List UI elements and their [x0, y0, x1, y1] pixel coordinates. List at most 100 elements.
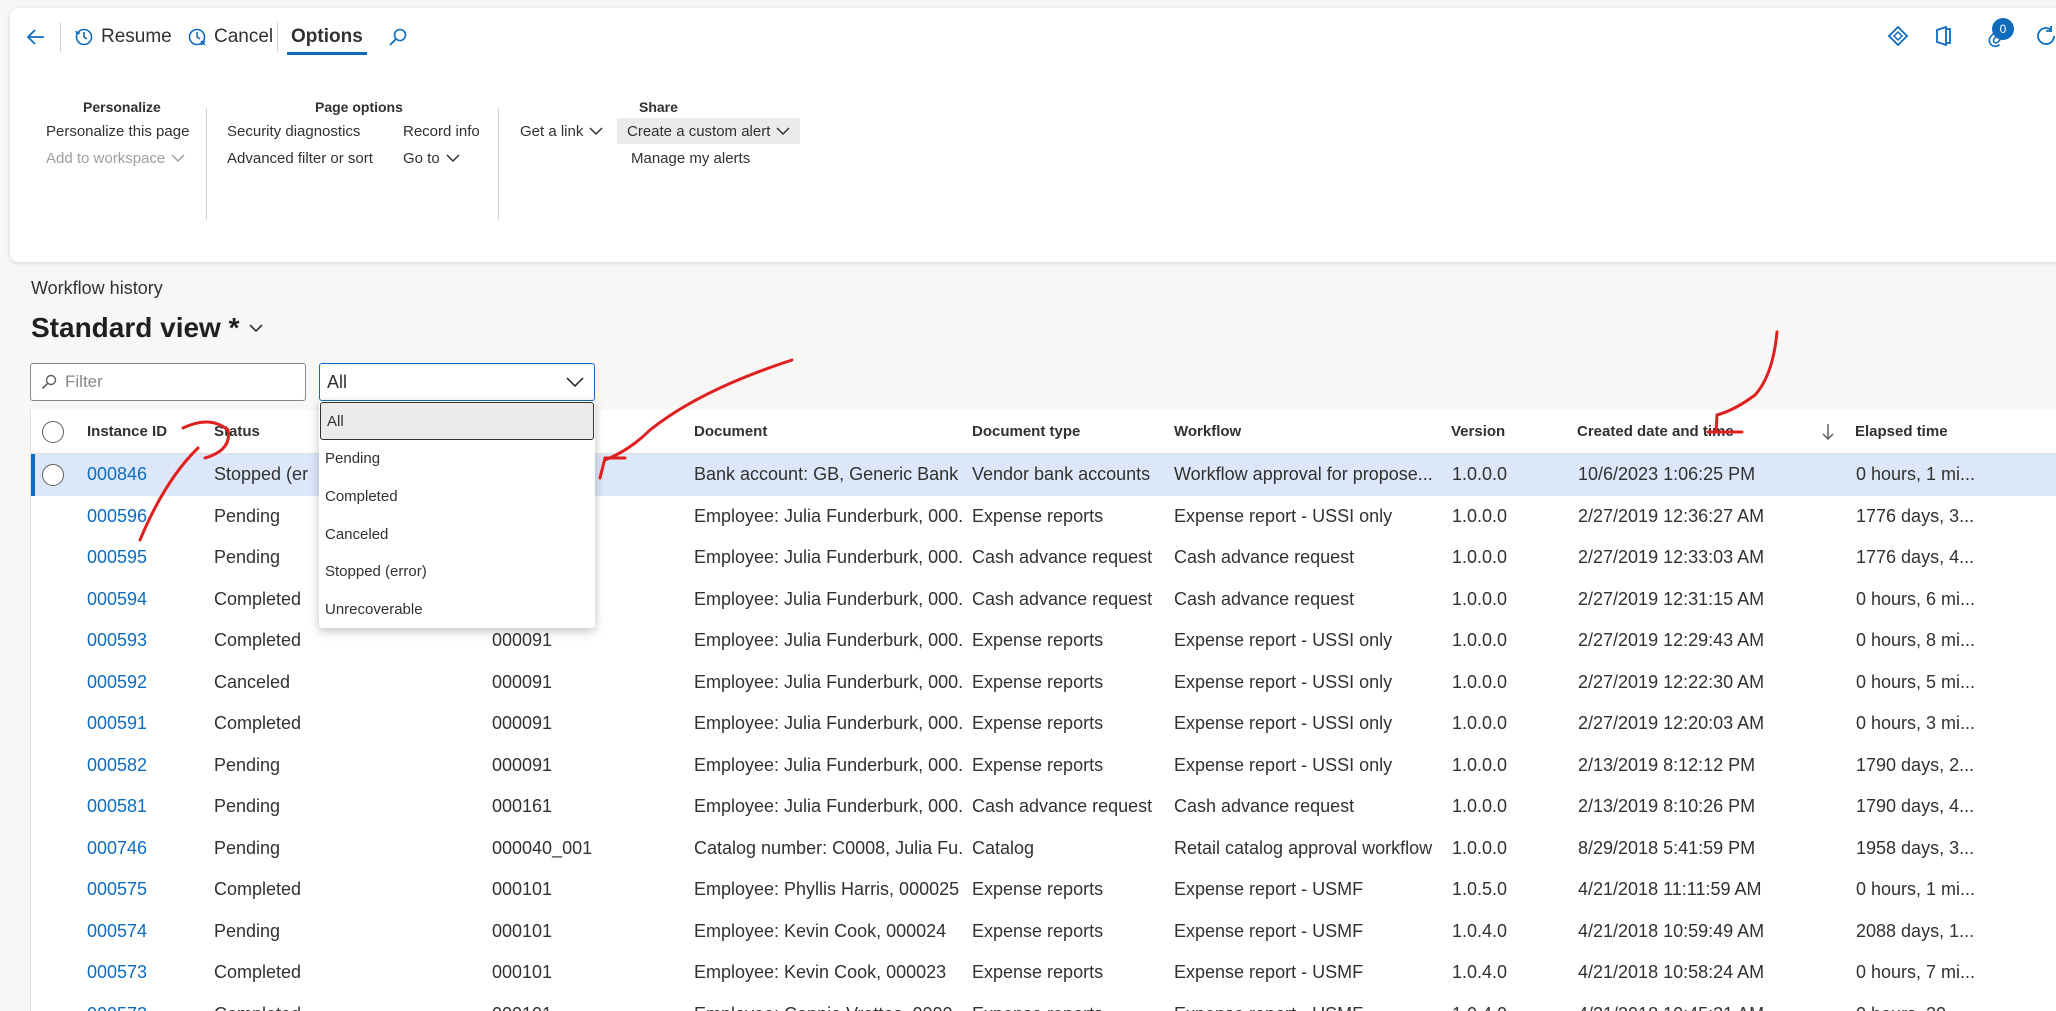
cell-instance-id[interactable]: 000593 — [87, 620, 147, 662]
cell-instance-id[interactable]: 000594 — [87, 579, 147, 621]
column-header-elapsed[interactable]: Elapsed time — [1855, 410, 1948, 454]
options-label: Options — [291, 26, 363, 47]
column-header-version[interactable]: Version — [1451, 410, 1505, 454]
cell-reference: 000040_001 — [492, 837, 593, 858]
table-row[interactable]: 000573 Completed 000101 Employee: Kevin Coo… — [31, 952, 2056, 994]
column-header-document-type[interactable]: Document type — [972, 410, 1080, 454]
resume-button[interactable]: Resume — [74, 22, 172, 52]
cell-elapsed: 1790 days, 4... — [1856, 796, 1975, 816]
status-option-all[interactable]: All — [320, 402, 594, 440]
select-all-checkbox[interactable] — [42, 421, 64, 443]
cell-instance-id[interactable]: 000596 — [87, 496, 147, 538]
table-row[interactable]: 000574 Pending 000101 Employee: Kevin Cook,… — [31, 911, 2056, 953]
cell-workflow: Expense report - USSI only — [1174, 630, 1393, 650]
cell-instance-id[interactable]: 000595 — [87, 537, 147, 579]
cell-document: Employee: Kevin Cook, 000023 — [694, 962, 947, 982]
cell-instance-id[interactable]: 000575 — [87, 869, 147, 911]
cancel-label: Cancel — [214, 26, 274, 47]
cell-instance-id[interactable]: 000746 — [87, 828, 147, 870]
status-option-pending[interactable]: Pending — [319, 440, 595, 478]
advanced-filter-button[interactable]: Advanced filter or sort — [227, 147, 373, 169]
cell-created: 2/13/2019 8:10:26 PM — [1578, 796, 1756, 816]
cell-instance-id[interactable]: 000572 — [87, 994, 147, 1011]
record-info-button[interactable]: Record info — [403, 120, 480, 142]
filter-input[interactable] — [65, 372, 285, 392]
cell-status: Stopped (error) — [214, 464, 309, 484]
go-to-button[interactable]: Go to — [403, 147, 460, 169]
cell-instance-id[interactable]: 000581 — [87, 786, 147, 828]
cell-status: Pending — [214, 505, 281, 526]
cell-version: 1.0.0.0 — [1452, 547, 1508, 567]
table-row[interactable]: 000582 Pending 000091 Employee: Julia Funde… — [31, 745, 2056, 787]
personalize-page-button[interactable]: Personalize this page — [46, 120, 189, 142]
manage-alerts-label: Manage my alerts — [631, 149, 751, 167]
back-button[interactable] — [25, 22, 47, 52]
status-option-unrecoverable[interactable]: Unrecoverable — [319, 591, 595, 629]
add-to-workspace-button[interactable]: Add to workspace — [46, 147, 185, 169]
cell-instance-id[interactable]: 000846 — [87, 454, 147, 496]
cell-instance-id[interactable]: 000591 — [87, 703, 147, 745]
cell-created: 2/27/2019 12:20:03 AM — [1578, 713, 1765, 733]
view-selector[interactable]: Standard view * — [31, 312, 264, 344]
column-header-created[interactable]: Created date and time — [1577, 410, 1734, 454]
table-row[interactable]: 000592 Canceled 000091 Employee: Julia Fund… — [31, 662, 2056, 704]
cell-document: Employee: Julia Funderburk, 000... — [694, 547, 964, 567]
cell-status: Completed — [214, 630, 302, 650]
personalize-page-label: Personalize this page — [46, 122, 190, 140]
manage-alerts-button[interactable]: Manage my alerts — [631, 147, 750, 169]
cell-elapsed: 1776 days, 4... — [1856, 547, 1975, 567]
status-option-canceled[interactable]: Canceled — [319, 516, 595, 554]
status-option-completed[interactable]: Completed — [319, 478, 595, 516]
cell-elapsed: 0 hours, 5 mi... — [1856, 671, 1976, 692]
status-filter-value: All — [327, 371, 348, 392]
personalize-group-title: Personalize — [83, 99, 161, 115]
refresh-button[interactable] — [2034, 24, 2056, 52]
cell-status: Completed — [214, 588, 302, 609]
get-link-button[interactable]: Get a link — [520, 120, 603, 142]
row-select-checkbox[interactable] — [42, 464, 64, 486]
cell-version: 1.0.4.0 — [1452, 962, 1508, 982]
cell-reference: 000101 — [492, 879, 553, 899]
filter-field[interactable] — [30, 363, 306, 401]
column-header-workflow[interactable]: Workflow — [1174, 410, 1241, 454]
office-icon — [1936, 25, 1951, 47]
get-link-label: Get a link — [520, 122, 584, 140]
cell-document-type: Catalog — [972, 837, 1035, 858]
cell-instance-id[interactable]: 000574 — [87, 911, 147, 953]
cell-version: 1.0.0.0 — [1452, 505, 1508, 526]
column-header-document[interactable]: Document — [694, 410, 767, 454]
cell-document: Employee: Julia Funderburk, 000... — [694, 630, 964, 650]
table-row[interactable]: 000581 Pending 000161 Employee: Julia Funde… — [31, 786, 2056, 828]
search-button[interactable] — [388, 22, 408, 52]
cell-created: 2/27/2019 12:33:03 AM — [1578, 547, 1765, 567]
security-diagnostics-button[interactable]: Security diagnostics — [227, 120, 360, 142]
column-header-instance-id[interactable]: Instance ID — [87, 410, 167, 454]
tab-options[interactable]: Options — [291, 22, 363, 52]
cell-version: 1.0.4.0 — [1452, 994, 1507, 1011]
table-row[interactable]: 000591 Completed 000091 Employee: Julia Fun… — [31, 703, 2056, 745]
cell-instance-id[interactable]: 000592 — [87, 662, 147, 704]
go-to-label: Go to — [403, 149, 440, 167]
diamond-icon-button[interactable] — [1886, 24, 1910, 52]
cell-workflow: Expense report - USSI only — [1174, 754, 1393, 775]
view-name: Standard view * — [31, 312, 240, 343]
table-row[interactable]: 000746 Pending 000040_001 Catalog number: C… — [31, 828, 2056, 870]
cell-instance-id[interactable]: 000573 — [87, 952, 147, 994]
cell-created: 4/21/2018 10:58:24 AM — [1578, 962, 1765, 982]
status-option-stopped-error[interactable]: Stopped (error) — [319, 553, 595, 591]
cell-created: 2/27/2019 12:22:30 AM — [1578, 671, 1765, 692]
table-row[interactable]: 000575 Completed 000101 Employee: Phyllis H… — [31, 869, 2056, 911]
refresh-icon — [2037, 26, 2055, 45]
status-filter-select[interactable]: All — [319, 363, 595, 401]
cell-reference: 000101 — [492, 920, 553, 941]
cell-document: Catalog number: C0008, Julia Fu... — [694, 837, 964, 858]
column-header-status[interactable]: Status — [214, 410, 260, 454]
create-alert-label: Create a custom alert — [627, 122, 771, 140]
cell-elapsed: 0 hours, 3 mi... — [1856, 713, 1976, 733]
cancel-button[interactable]: Cancel — [187, 22, 273, 52]
cell-reference: 000161 — [492, 796, 553, 816]
table-row[interactable]: 000572 Completed 000101 Employee: Connie Vr… — [31, 994, 2056, 1011]
create-alert-button[interactable]: Create a custom alert — [617, 118, 801, 144]
office-icon-button[interactable] — [1932, 24, 1956, 52]
cell-instance-id[interactable]: 000582 — [87, 745, 147, 787]
